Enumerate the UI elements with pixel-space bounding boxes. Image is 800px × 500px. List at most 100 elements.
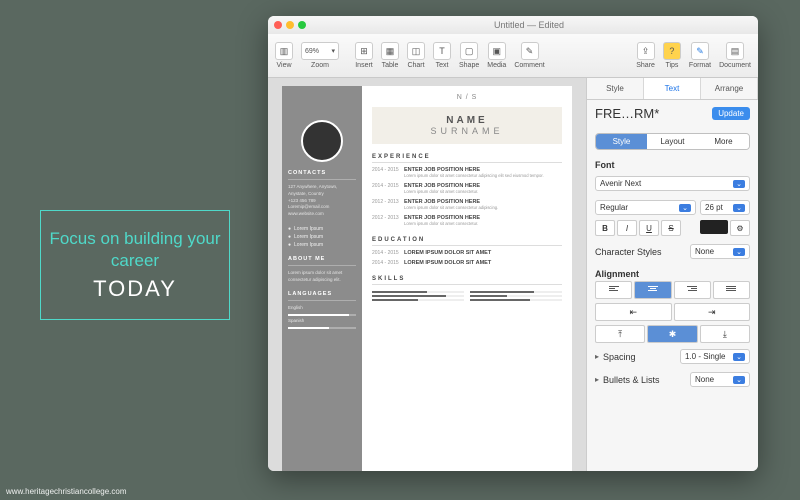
chart-button[interactable]: ◫Chart <box>404 40 428 71</box>
bullets-disclosure[interactable]: Bullets & Lists None⌄ <box>587 368 758 391</box>
titlebar: Untitled — Edited <box>268 16 758 34</box>
media-icon: ▣ <box>488 42 506 60</box>
text-button[interactable]: TText <box>430 40 454 71</box>
tab-style[interactable]: Style <box>587 78 644 99</box>
tips-icon: ? <box>663 42 681 60</box>
seg-style[interactable]: Style <box>596 134 647 149</box>
text-color-swatch[interactable] <box>700 220 728 234</box>
zoom-control[interactable]: 69%▾Zoom <box>298 40 342 71</box>
document-icon: ▤ <box>726 42 744 60</box>
experience-heading: EXPERIENCE <box>372 154 562 160</box>
canvas[interactable]: CONTACTS 127 Anywhere, Anytown, Anystate… <box>268 78 586 471</box>
workspace: CONTACTS 127 Anywhere, Anytown, Anystate… <box>268 78 758 471</box>
valign-middle-button[interactable]: ✱ <box>647 325 697 343</box>
social-item: Lorem Ipsum <box>288 226 356 232</box>
inspector-tabs: Style Text Arrange <box>587 78 758 100</box>
share-button[interactable]: ⇪Share <box>633 40 658 71</box>
paragraph-style-name[interactable]: FRE…RM* <box>595 106 708 121</box>
zoom-icon: 69%▾ <box>301 42 339 60</box>
chart-icon: ◫ <box>407 42 425 60</box>
share-icon: ⇪ <box>637 42 655 60</box>
media-button[interactable]: ▣Media <box>484 40 509 71</box>
font-size-field[interactable]: 26 pt⌄ <box>700 200 750 215</box>
chevron-down-icon: ⌄ <box>733 180 745 188</box>
strike-button[interactable]: S <box>661 220 681 236</box>
inspector-panel: Style Text Arrange FRE…RM* Update Style … <box>586 78 758 471</box>
education-heading: EDUCATION <box>372 237 562 243</box>
chevron-down-icon: ⌄ <box>679 204 691 212</box>
indent-left-button[interactable]: ⇤ <box>595 303 672 321</box>
italic-button[interactable]: I <box>617 220 637 236</box>
document-button[interactable]: ▤Document <box>716 40 754 71</box>
view-icon: ▥ <box>275 42 293 60</box>
name-block: NAME SURNAME <box>372 107 562 144</box>
spacing-disclosure[interactable]: Spacing 1.0 - Single⌄ <box>587 345 758 368</box>
about-heading: ABOUT ME <box>288 256 356 262</box>
job-item: 2014 - 2015ENTER JOB POSITION HERELorem … <box>372 167 562 179</box>
insert-icon: ⊞ <box>355 42 373 60</box>
promo-line-1: Focus on building your career <box>49 228 221 272</box>
chevron-down-icon: ⌄ <box>733 248 745 256</box>
seg-layout[interactable]: Layout <box>647 134 698 149</box>
font-label: Font <box>587 156 758 170</box>
align-right-button[interactable] <box>674 281 711 299</box>
indent-right-button[interactable]: ⇥ <box>674 303 751 321</box>
seg-more[interactable]: More <box>698 134 749 149</box>
comment-button[interactable]: ✎Comment <box>511 40 547 71</box>
chevron-down-icon: ⌄ <box>733 376 745 384</box>
tips-button[interactable]: ?Tips <box>660 40 684 71</box>
window-title: Untitled — Edited <box>306 20 752 30</box>
edu-item: 2014 - 2015LOREM IPSUM DOLOR SIT AMET <box>372 260 562 266</box>
table-button[interactable]: ▦Table <box>378 40 402 71</box>
social-item: Lorem Ipsum <box>288 234 356 240</box>
shape-button[interactable]: ▢Shape <box>456 40 482 71</box>
tab-text[interactable]: Text <box>644 78 701 99</box>
tab-arrange[interactable]: Arrange <box>701 78 758 99</box>
text-icon: T <box>433 42 451 60</box>
font-style-select[interactable]: Regular⌄ <box>595 200 696 215</box>
skills-heading: SKILLS <box>372 276 562 282</box>
social-item: Lorem Ipsum <box>288 242 356 248</box>
align-center-button[interactable] <box>634 281 671 299</box>
shape-icon: ▢ <box>460 42 478 60</box>
align-left-button[interactable] <box>595 281 632 299</box>
comment-icon: ✎ <box>521 42 539 60</box>
contacts-heading: CONTACTS <box>288 170 356 176</box>
toolbar: ▥View 69%▾Zoom ⊞Insert ▦Table ◫Chart TTe… <box>268 34 758 78</box>
resume-document[interactable]: CONTACTS 127 Anywhere, Anytown, Anystate… <box>282 86 572 471</box>
job-item: 2014 - 2015ENTER JOB POSITION HERELorem … <box>372 183 562 195</box>
job-item: 2012 - 2013ENTER JOB POSITION HERELorem … <box>372 199 562 211</box>
job-item: 2012 - 2013ENTER JOB POSITION HERELorem … <box>372 215 562 227</box>
alignment-label: Alignment <box>587 265 758 279</box>
valign-top-button[interactable]: ⤒ <box>595 325 645 343</box>
view-button[interactable]: ▥View <box>272 40 296 71</box>
watermark: www.heritagechristiancollege.com <box>6 487 127 496</box>
char-style-select[interactable]: None⌄ <box>690 244 750 259</box>
update-button[interactable]: Update <box>712 107 750 120</box>
close-icon[interactable] <box>274 21 282 29</box>
underline-button[interactable]: U <box>639 220 659 236</box>
font-family-select[interactable]: Avenir Next⌄ <box>595 176 750 191</box>
valign-bottom-button[interactable]: ⤓ <box>700 325 750 343</box>
languages-heading: LANGUAGES <box>288 291 356 297</box>
window-controls <box>274 21 306 29</box>
format-icon: ✎ <box>691 42 709 60</box>
format-button[interactable]: ✎Format <box>686 40 714 71</box>
text-subsegment: Style Layout More <box>595 133 750 150</box>
char-styles-label: Character Styles <box>595 247 662 257</box>
resume-sidebar: CONTACTS 127 Anywhere, Anytown, Anystate… <box>282 86 362 471</box>
bold-button[interactable]: B <box>595 220 615 236</box>
edu-item: 2014 - 2015LOREM IPSUM DOLOR SIT AMET <box>372 250 562 256</box>
table-icon: ▦ <box>381 42 399 60</box>
stepper-icon: ⌄ <box>733 204 745 212</box>
resume-main: N / S NAME SURNAME EXPERIENCE 2014 - 201… <box>362 86 572 471</box>
minimize-icon[interactable] <box>286 21 294 29</box>
spacing-select[interactable]: 1.0 - Single⌄ <box>680 349 750 364</box>
align-justify-button[interactable] <box>713 281 750 299</box>
fullscreen-icon[interactable] <box>298 21 306 29</box>
bullets-select[interactable]: None⌄ <box>690 372 750 387</box>
insert-button[interactable]: ⊞Insert <box>352 40 376 71</box>
avatar <box>301 120 343 162</box>
gear-icon[interactable]: ⚙ <box>730 220 750 236</box>
monogram: N / S <box>372 94 562 101</box>
